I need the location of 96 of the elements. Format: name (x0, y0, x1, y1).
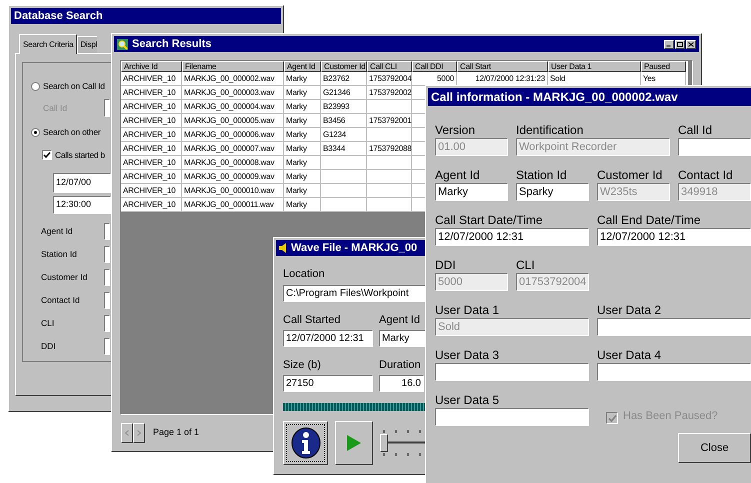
field-label: Customer Id (41, 271, 88, 284)
close-button[interactable]: Close (678, 433, 751, 463)
column-header[interactable]: User Data 1 (548, 61, 641, 72)
field-label: Call Id (678, 123, 714, 137)
table-cell: ARCHIVER_10 (121, 184, 182, 198)
table-cell: ARCHIVER_10 (121, 198, 182, 212)
table-cell: MARKJG_00_000010.wav (182, 184, 284, 198)
table-cell: 1753792002 (367, 86, 412, 100)
input-field[interactable]: Sparky (516, 183, 589, 201)
field-label: User Data 2 (597, 303, 662, 317)
field-label: User Data 5 (435, 393, 500, 407)
table-cell: Marky (284, 114, 321, 128)
table-cell: Marky (284, 86, 321, 100)
field-label: Agent Id (379, 314, 421, 327)
table-cell: Marky (284, 170, 321, 184)
table-cell: G1234 (321, 128, 367, 142)
table-cell: Marky (284, 72, 321, 86)
field-label: User Data 1 (435, 303, 500, 317)
input-field[interactable]: 12/07/2000 12:31 (597, 228, 751, 246)
table-cell: B3456 (321, 114, 367, 128)
field-label: Customer Id (597, 168, 664, 182)
table-cell: MARKJG_00_000011.wav (182, 198, 284, 212)
field-label: Call Started (283, 314, 342, 327)
table-cell: B23762 (321, 72, 367, 86)
table-cell: B23993 (321, 100, 367, 114)
field-label: Call End Date/Time (597, 213, 702, 227)
input-field[interactable]: 12/07/2000 12:31 (283, 330, 373, 347)
field-label: Station Id (41, 248, 77, 261)
column-header[interactable]: Call DDI (412, 61, 457, 72)
field-label: Agent Id (41, 225, 73, 238)
table-cell: MARKJG_00_000004.wav (182, 100, 284, 114)
field-label: User Data 3 (435, 348, 500, 362)
table-cell: Marky (284, 100, 321, 114)
column-header[interactable]: Paused (641, 61, 686, 72)
table-cell: ARCHIVER_10 (121, 156, 182, 170)
page-indicator: Page 1 of 1 (153, 426, 200, 440)
table-cell: 1753792088 (367, 142, 412, 156)
table-cell: MARKJG_00_000009.wav (182, 170, 284, 184)
table-cell: MARKJG_00_000002.wav (182, 72, 284, 86)
table-cell: G21346 (321, 86, 367, 100)
field-label: Size (b) (283, 359, 322, 372)
input-field[interactable]: Marky (435, 183, 508, 201)
window-title: Wave File - MARKJG_00 (291, 242, 418, 254)
column-header[interactable]: Agent Id (284, 61, 321, 72)
field-label: Station Id (516, 168, 568, 182)
table-cell: Marky (284, 128, 321, 142)
table-cell: ARCHIVER_10 (121, 114, 182, 128)
input-field[interactable]: 12/07/00 (53, 173, 111, 193)
field-label: DDI (435, 258, 457, 272)
tab[interactable]: Search Criteria (19, 34, 78, 54)
input-field[interactable]: 12/07/2000 12:31 (435, 228, 589, 246)
column-header[interactable]: Customer Id (321, 61, 367, 72)
table-cell: ARCHIVER_10 (121, 142, 182, 156)
field-label: Location (283, 268, 326, 281)
table-cell: MARKJG_00_000008.wav (182, 156, 284, 170)
field-label: Contact Id (41, 294, 80, 307)
table-cell: ARCHIVER_10 (121, 86, 182, 100)
table-cell: MARKJG_00_000003.wav (182, 86, 284, 100)
table-cell: Marky (284, 198, 321, 212)
column-header[interactable]: Call CLI (367, 61, 412, 72)
table-cell: Marky (284, 156, 321, 170)
input-field[interactable]: 12:30:00 (53, 196, 111, 214)
checkbox-label: Calls started b (55, 148, 105, 162)
field-label: DDI (41, 340, 56, 353)
table-cell: MARKJG_00_000007.wav (182, 142, 284, 156)
field-label: Contact Id (678, 168, 734, 182)
window-title: Call information - MARKJG_00_000002.wav (431, 91, 678, 103)
column-header[interactable]: Call Start (457, 61, 548, 72)
table-cell: Marky (284, 142, 321, 156)
table-cell: MARKJG_00_000005.wav (182, 114, 284, 128)
table-cell: B3344 (321, 142, 367, 156)
field-label: Version (435, 123, 476, 137)
table-cell: MARKJG_00_000006.wav (182, 128, 284, 142)
table-cell: Marky (284, 184, 321, 198)
field-label: Identification (516, 123, 584, 137)
field-label: CLI (41, 317, 54, 330)
table-cell: ARCHIVER_10 (121, 170, 182, 184)
column-header[interactable]: Filename (182, 61, 284, 72)
input-field[interactable]: 27150 (283, 375, 373, 392)
field-label: User Data 4 (597, 348, 662, 362)
tab[interactable]: Displ (77, 36, 98, 53)
window-title: Search Results (132, 38, 212, 50)
table-cell: ARCHIVER_10 (121, 100, 182, 114)
table-cell: 1753792004 (367, 72, 412, 86)
window-title: Database Search (14, 10, 103, 22)
radio-label: Search on other (43, 126, 100, 138)
input-field[interactable]: 16.0 (379, 375, 424, 392)
table-cell: ARCHIVER_10 (121, 128, 182, 142)
field-label: Agent Id (435, 168, 481, 182)
field-label: Duration (379, 359, 422, 372)
field-label: CLI (516, 258, 536, 272)
column-header[interactable]: Archive Id (121, 61, 182, 72)
radio-label: Search on Call Id (43, 80, 105, 92)
table-cell: 1753792001 (367, 114, 412, 128)
field-label: Call Start Date/Time (435, 213, 544, 227)
table-cell: ARCHIVER_10 (121, 72, 182, 86)
